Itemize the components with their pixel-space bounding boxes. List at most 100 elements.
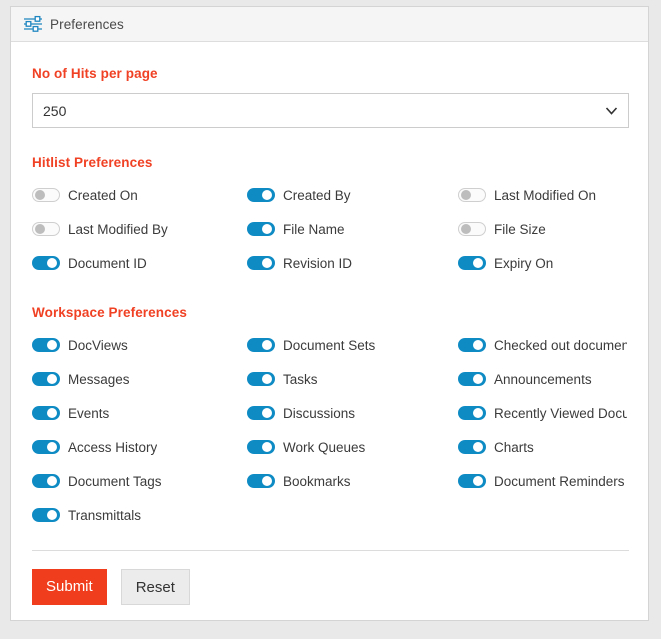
toggle-label: Recently Viewed Docu… xyxy=(494,406,627,421)
toggle-switch[interactable] xyxy=(247,188,275,202)
toggle-row[interactable]: Document Tags xyxy=(32,464,247,498)
toggle-label: Created By xyxy=(283,188,351,203)
toggle-label: Document Sets xyxy=(283,338,375,353)
toggle-row[interactable]: Discussions xyxy=(247,396,458,430)
toggle-switch[interactable] xyxy=(458,256,486,270)
toggle-label: Discussions xyxy=(283,406,355,421)
toggle-row[interactable]: Created By xyxy=(247,178,458,212)
toggle-knob xyxy=(47,340,57,350)
toggle-label: Checked out documents xyxy=(494,338,627,353)
toggle-switch[interactable] xyxy=(32,372,60,386)
toggle-switch[interactable] xyxy=(32,188,60,202)
toggle-switch[interactable] xyxy=(32,256,60,270)
toggle-row[interactable]: Last Modified On xyxy=(458,178,627,212)
page-title: Preferences xyxy=(50,17,124,32)
toggle-switch[interactable] xyxy=(247,406,275,420)
toggle-switch[interactable] xyxy=(32,474,60,488)
toggle-knob xyxy=(473,340,483,350)
panel-header: Preferences xyxy=(11,7,648,42)
preferences-page: Preferences No of Hits per page 250 Hitl… xyxy=(0,0,661,639)
toggle-knob xyxy=(35,224,45,234)
toggle-label: Work Queues xyxy=(283,440,365,455)
toggle-switch[interactable] xyxy=(32,222,60,236)
toggle-switch[interactable] xyxy=(247,222,275,236)
toggle-row[interactable]: Document Sets xyxy=(247,328,458,362)
preferences-panel: Preferences No of Hits per page 250 Hitl… xyxy=(10,6,649,621)
toggle-row[interactable]: Messages xyxy=(32,362,247,396)
toggle-label: Created On xyxy=(68,188,138,203)
toggle-knob xyxy=(262,224,272,234)
toggle-label: Events xyxy=(68,406,109,421)
toggle-knob xyxy=(473,408,483,418)
toggle-knob xyxy=(47,476,57,486)
toggle-row[interactable]: DocViews xyxy=(32,328,247,362)
toggle-switch[interactable] xyxy=(458,440,486,454)
toggle-row[interactable]: Access History xyxy=(32,430,247,464)
toggle-row[interactable]: Transmittals xyxy=(32,498,247,532)
toggle-label: Expiry On xyxy=(494,256,553,271)
toggle-label: Messages xyxy=(68,372,130,387)
toggle-switch[interactable] xyxy=(458,474,486,488)
toggle-switch[interactable] xyxy=(247,372,275,386)
toggle-knob xyxy=(35,190,45,200)
toggle-knob xyxy=(47,510,57,520)
toggle-row[interactable]: Document ID xyxy=(32,246,247,280)
toggle-row[interactable]: Revision ID xyxy=(247,246,458,280)
toggle-label: Last Modified By xyxy=(68,222,168,237)
toggle-switch[interactable] xyxy=(247,474,275,488)
toggle-row[interactable]: Events xyxy=(32,396,247,430)
toggle-label: Bookmarks xyxy=(283,474,351,489)
toggle-row[interactable]: Expiry On xyxy=(458,246,627,280)
toggle-switch[interactable] xyxy=(458,372,486,386)
toggle-row[interactable]: Document Reminders xyxy=(458,464,627,498)
panel-body: No of Hits per page 250 Hitlist Preferen… xyxy=(11,66,648,605)
toggle-knob xyxy=(47,374,57,384)
toggle-row[interactable]: Last Modified By xyxy=(32,212,247,246)
toggle-switch[interactable] xyxy=(458,222,486,236)
toggle-row[interactable]: Checked out documents xyxy=(458,328,627,362)
hitlist-preferences-heading: Hitlist Preferences xyxy=(32,155,627,170)
toggle-label: Announcements xyxy=(494,372,592,387)
button-row: Submit Reset xyxy=(32,569,627,605)
toggle-switch[interactable] xyxy=(247,256,275,270)
toggle-switch[interactable] xyxy=(32,440,60,454)
toggle-switch[interactable] xyxy=(32,508,60,522)
toggle-row[interactable]: Tasks xyxy=(247,362,458,396)
reset-button[interactable]: Reset xyxy=(121,569,190,605)
toggle-knob xyxy=(262,374,272,384)
toggle-row[interactable]: Recently Viewed Docu… xyxy=(458,396,627,430)
hits-per-page-heading: No of Hits per page xyxy=(32,66,627,81)
toggle-knob xyxy=(473,374,483,384)
toggle-knob xyxy=(461,190,471,200)
footer-divider xyxy=(32,550,629,551)
toggle-row[interactable]: Charts xyxy=(458,430,627,464)
toggle-label: Document Reminders xyxy=(494,474,625,489)
toggle-switch[interactable] xyxy=(458,406,486,420)
toggle-label: Document ID xyxy=(68,256,147,271)
submit-button[interactable]: Submit xyxy=(32,569,107,605)
hitlist-toggle-grid: Created On Created By Last Modified On Last… xyxy=(32,178,627,280)
toggle-row[interactable]: File Name xyxy=(247,212,458,246)
hits-per-page-select[interactable]: 250 xyxy=(32,93,629,128)
toggle-knob xyxy=(262,258,272,268)
toggle-row[interactable]: Bookmarks xyxy=(247,464,458,498)
toggle-label: File Name xyxy=(283,222,345,237)
toggle-row[interactable]: Work Queues xyxy=(247,430,458,464)
toggle-switch[interactable] xyxy=(247,440,275,454)
toggle-switch[interactable] xyxy=(458,338,486,352)
toggle-row[interactable]: File Size xyxy=(458,212,627,246)
toggle-knob xyxy=(262,190,272,200)
toggle-row[interactable]: Created On xyxy=(32,178,247,212)
toggle-label: Charts xyxy=(494,440,534,455)
toggle-label: File Size xyxy=(494,222,546,237)
toggle-knob xyxy=(473,442,483,452)
toggle-switch[interactable] xyxy=(247,338,275,352)
toggle-label: Document Tags xyxy=(68,474,162,489)
toggle-knob xyxy=(473,476,483,486)
toggle-switch[interactable] xyxy=(32,406,60,420)
toggle-switch[interactable] xyxy=(32,338,60,352)
toggle-label: Revision ID xyxy=(283,256,352,271)
toggle-switch[interactable] xyxy=(458,188,486,202)
toggle-row[interactable]: Announcements xyxy=(458,362,627,396)
toggle-knob xyxy=(461,224,471,234)
